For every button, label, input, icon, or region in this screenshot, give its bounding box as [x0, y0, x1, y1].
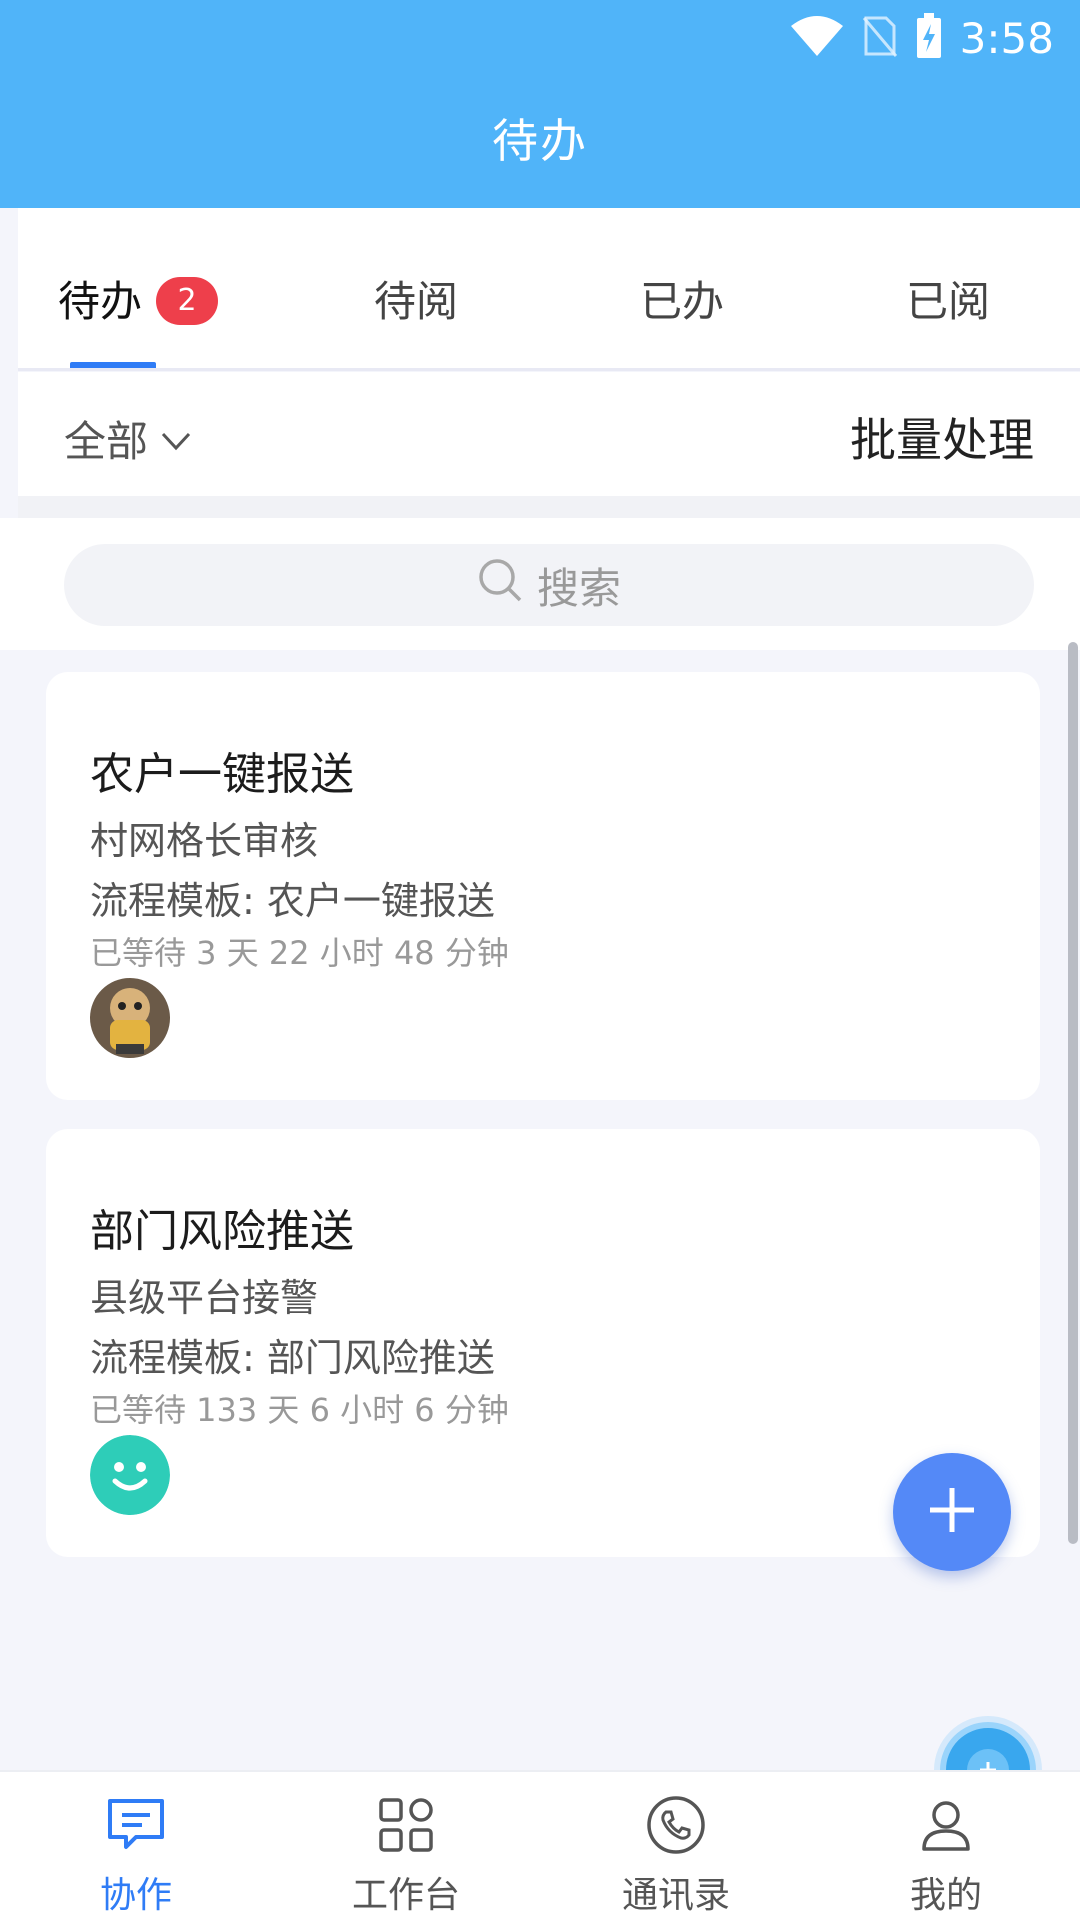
- batch-process-button[interactable]: 批量处理: [850, 404, 1034, 470]
- bottom-nav: 协作 工作台 通讯录 我的: [0, 1770, 1080, 1920]
- nav-label: 工作台: [351, 1875, 460, 1916]
- filter-bar: 全部 批量处理: [18, 372, 1080, 496]
- plus-icon: [926, 1484, 978, 1540]
- avatar: [90, 978, 170, 1058]
- tab-to-read[interactable]: 待阅: [374, 268, 458, 328]
- divider: [18, 368, 1080, 371]
- chat-icon: [56, 1790, 216, 1860]
- task-wait-time: 已等待 3 天 22 小时 48 分钟: [90, 934, 509, 972]
- task-wait-time: 已等待 133 天 6 小时 6 分钟: [90, 1391, 509, 1429]
- nav-item-workbench[interactable]: 工作台: [326, 1790, 486, 1918]
- no-sim-icon: [862, 14, 898, 62]
- task-card[interactable]: 部门风险推送 县级平台接警 流程模板: 部门风险推送 已等待 133 天 6 小…: [46, 1129, 1040, 1557]
- task-step: 村网格长审核: [90, 819, 319, 863]
- filter-selected: 全部: [64, 417, 149, 466]
- tab-label: 待办: [58, 277, 143, 326]
- tab-todo[interactable]: 待办 2: [58, 268, 219, 328]
- status-bar: 3:58: [0, 0, 1080, 75]
- task-step: 县级平台接警: [90, 1276, 319, 1320]
- nav-label: 通讯录: [621, 1875, 730, 1916]
- tab-done[interactable]: 已办: [640, 268, 724, 328]
- search-input[interactable]: 搜索: [64, 544, 1034, 626]
- task-title: 农户一键报送: [90, 749, 354, 800]
- task-flow-template: 流程模板: 农户一键报送: [90, 879, 495, 923]
- person-icon: [866, 1790, 1026, 1860]
- chevron-down-icon: [160, 414, 192, 463]
- phone-icon: [596, 1790, 756, 1860]
- wifi-icon: [790, 14, 844, 62]
- divider: [18, 496, 1080, 518]
- battery-charging-icon: [916, 13, 942, 63]
- tab-read[interactable]: 已阅: [906, 268, 990, 328]
- add-button[interactable]: [893, 1453, 1011, 1571]
- page-title: 待办: [492, 114, 588, 168]
- nav-label: 协作: [99, 1875, 172, 1916]
- task-title: 部门风险推送: [90, 1206, 354, 1257]
- scrollbar[interactable]: [1068, 642, 1078, 1544]
- task-card[interactable]: 农户一键报送 村网格长审核 流程模板: 农户一键报送 已等待 3 天 22 小时…: [46, 672, 1040, 1100]
- filter-dropdown[interactable]: 全部: [64, 408, 192, 469]
- tab-bar: 待办 2 待阅 已办 已阅: [18, 208, 1080, 371]
- status-time: 3:58: [959, 13, 1054, 63]
- search-area: 搜索: [0, 518, 1080, 650]
- task-flow-template: 流程模板: 部门风险推送: [90, 1336, 495, 1380]
- smiley-avatar: [90, 1435, 170, 1515]
- count-badge: 2: [156, 276, 219, 325]
- nav-item-collaboration[interactable]: 协作: [56, 1790, 216, 1918]
- nav-item-me[interactable]: 我的: [866, 1790, 1026, 1918]
- grid-icon: [326, 1790, 486, 1860]
- nav-label: 我的: [909, 1875, 982, 1916]
- nav-item-contacts[interactable]: 通讯录: [596, 1790, 756, 1918]
- search-icon: [477, 557, 523, 613]
- app-bar: 待办: [0, 75, 1080, 208]
- search-placeholder: 搜索: [536, 563, 621, 613]
